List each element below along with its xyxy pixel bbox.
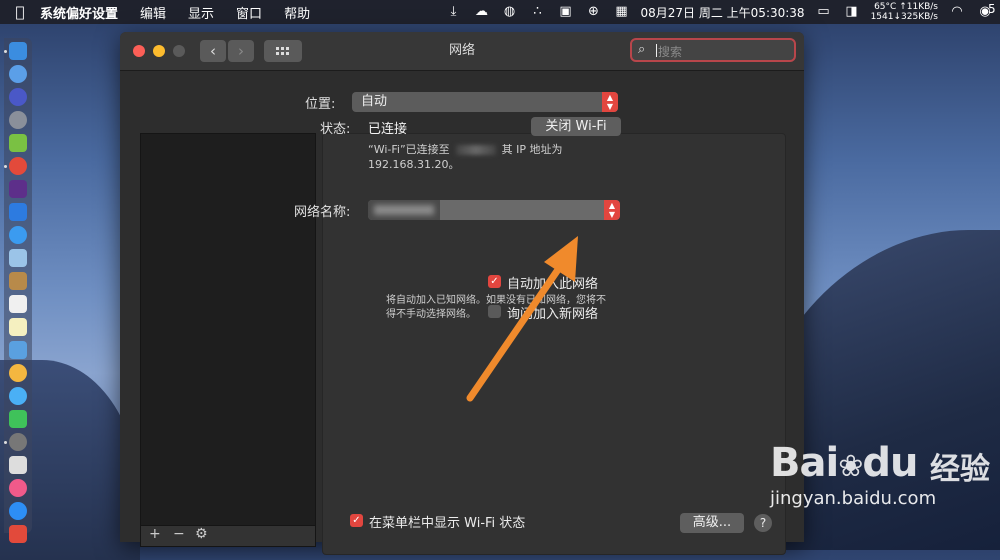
arrow-head [544,236,578,282]
edge-number: 5 [988,2,996,16]
paw-icon: ❀ [838,449,862,484]
watermark-url: jingyan.baidu.com [770,488,936,509]
baidu-watermark: Bai❀du 经验 jingyan.baidu.com [770,420,995,520]
watermark-logo-part1: Bai [770,440,838,486]
watermark-logo-part2: du [862,440,917,486]
watermark-cn: 经验 [930,444,990,488]
watermark-logo: Bai❀du [770,440,917,486]
arrow-shaft [470,255,568,398]
